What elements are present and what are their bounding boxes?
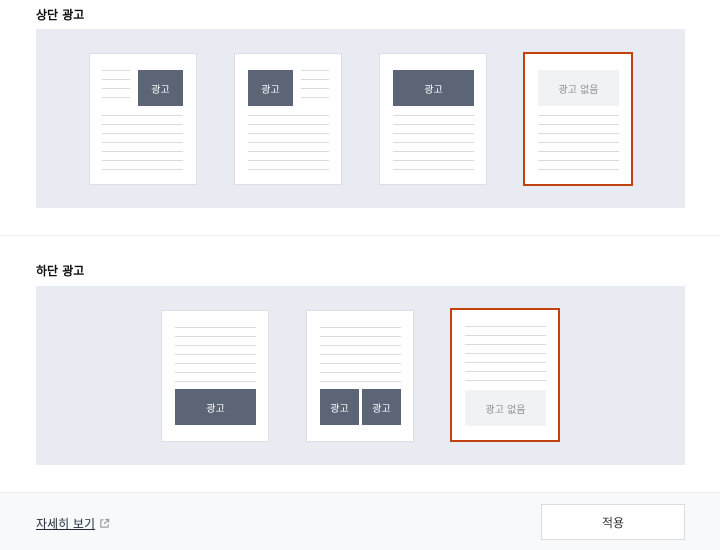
no-ad-block: 광고 없음 xyxy=(538,70,619,106)
ad-block: 광고 xyxy=(175,389,256,425)
bottom-option-no-ad[interactable]: 광고 없음 xyxy=(450,308,560,442)
top-option-ad-right[interactable]: 광고 xyxy=(89,53,197,185)
bottom-option-ad-split[interactable]: 광고 광고 xyxy=(306,310,414,442)
top-ad-section-title: 상단 광고 xyxy=(36,8,85,22)
top-ad-options-panel: 광고 광고 광고 광고 없음 xyxy=(36,29,685,208)
ad-block-right: 광고 xyxy=(362,389,401,425)
top-option-no-ad[interactable]: 광고 없음 xyxy=(523,52,633,186)
footer-bar: 자세히 보기 적용 xyxy=(0,492,720,550)
ad-block: 광고 xyxy=(138,70,183,106)
detail-link-label: 자세히 보기 xyxy=(36,517,96,531)
top-option-ad-full[interactable]: 광고 xyxy=(379,53,487,185)
ad-block-left: 광고 xyxy=(320,389,359,425)
no-ad-block: 광고 없음 xyxy=(465,390,546,426)
bottom-ad-section-title: 하단 광고 xyxy=(36,264,85,278)
apply-button[interactable]: 적용 xyxy=(541,504,685,540)
top-option-ad-left[interactable]: 광고 xyxy=(234,53,342,185)
bottom-option-ad-full[interactable]: 광고 xyxy=(161,310,269,442)
ad-block: 광고 xyxy=(248,70,293,106)
section-divider xyxy=(0,235,720,236)
detail-link[interactable]: 자세히 보기 xyxy=(36,515,110,532)
bottom-ad-options-panel: 광고 광고 광고 광고 없음 xyxy=(36,286,685,465)
ad-block: 광고 xyxy=(393,70,474,106)
external-link-icon xyxy=(100,518,110,528)
